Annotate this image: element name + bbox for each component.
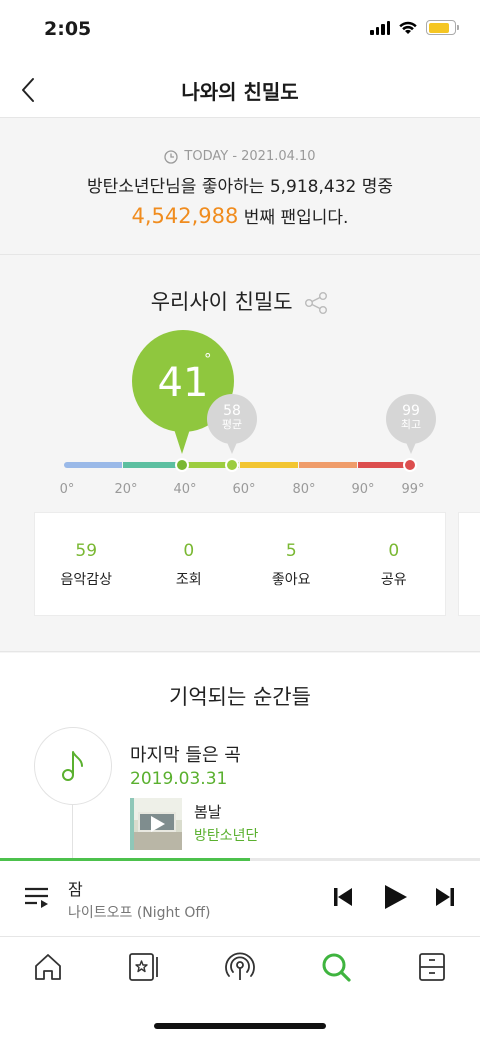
podcast-icon [225,952,255,980]
current-intimacy-degree: ° [204,350,212,368]
skip-previous-icon [334,888,352,906]
average-intimacy-bubble: 58 평균 [207,394,257,454]
scale-label: 80° [292,482,316,497]
memory-date: 2019.03.31 [130,769,228,789]
tab-drawer[interactable] [414,949,450,985]
status-bar: 2:05 [0,0,480,62]
scale-label: 20° [114,482,138,497]
intimacy-gauge: 41 ° 58 평균 99 최고 0° 20° 40° 60° 80° 90° … [0,330,480,510]
cellular-signal-icon [370,20,390,35]
play-button[interactable] [380,882,410,912]
gauge-segment-4 [240,462,298,468]
skip-next-icon [436,888,454,906]
playlist-button[interactable] [22,882,52,912]
drawer-icon [419,953,445,981]
gauge-segment-1 [64,462,122,468]
tab-my-music[interactable] [126,949,162,985]
memory-heading: 마지막 들은 곡 [130,745,241,766]
stat-value: 59 [75,541,98,561]
memories-title: 기억되는 순간들 [169,685,311,709]
timeline-line [72,805,73,865]
playback-progress-fill [0,858,250,861]
scale-label: 0° [59,482,75,497]
stat-label: 공유 [380,572,407,588]
average-value: 58 [223,403,241,419]
playlist-icon [25,887,48,908]
stat-label: 음악감상 [60,572,113,588]
tab-podcast[interactable] [222,949,258,985]
search-icon [322,953,351,982]
nav-header: 나와의 친밀도 [0,62,480,118]
intimacy-section: 우리사이 친밀도 41 ° 58 평균 99 최고 0° 20° 40° 60°… [0,256,480,652]
fan-count-text: 방탄소년단님을 좋아하는 5,918,432 명중 [86,177,394,197]
home-indicator [154,1023,326,1029]
clock-icon [164,149,179,164]
battery-icon [426,20,459,35]
activity-stats-card[interactable]: 59 음악감상 0 조회 5 좋아요 0 공유 [34,512,446,616]
max-intimacy-bubble: 99 최고 [386,394,436,454]
next-stats-card-peek[interactable] [458,512,480,616]
today-row: TODAY - 2021.04.10 [0,149,480,164]
fan-rank-line: 4,542,988 번째 팬입니다. [0,203,480,228]
max-intimacy-marker [403,458,417,472]
gauge-segment-5 [299,462,357,468]
my-music-icon [129,953,158,981]
now-playing-artist: 나이트오프 (Night Off) [68,905,211,921]
average-intimacy-marker [225,458,239,472]
fan-rank-number: 4,542,988 [131,204,239,228]
today-date: TODAY - 2021.04.10 [184,149,316,164]
mini-player[interactable]: 잠 나이트오프 (Night Off) [0,858,480,936]
intimacy-title: 우리사이 친밀도 [150,290,293,314]
album-art-thumbnail[interactable] [130,798,182,850]
song-title[interactable]: 봄날 [194,801,222,822]
stat-views: 0 조회 [138,513,241,615]
previous-button[interactable] [328,882,358,912]
fan-rank-suffix: 번째 팬입니다. [238,208,349,228]
fan-info-section: TODAY - 2021.04.10 방탄소년단님을 좋아하는 5,918,43… [0,119,480,255]
now-playing-title: 잠 [68,880,83,899]
next-button[interactable] [430,882,460,912]
stat-shares: 0 공유 [343,513,446,615]
average-label: 평균 [221,418,243,431]
max-label: 최고 [400,418,422,431]
status-time: 2:05 [44,18,92,40]
status-icons [370,20,459,35]
share-icon[interactable] [303,291,329,315]
stat-value: 0 [388,541,400,561]
music-note-icon [62,751,83,781]
play-icon [151,816,165,832]
page-title: 나와의 친밀도 [181,80,299,104]
stat-label: 조회 [175,572,202,588]
stat-value: 0 [183,541,195,561]
scale-label: 99° [401,482,425,497]
tab-home[interactable] [30,949,66,985]
song-artist[interactable]: 방탄소년단 [194,825,258,845]
scale-label: 40° [173,482,197,497]
playback-progress-bar[interactable] [0,858,480,861]
scale-label: 60° [232,482,256,497]
scale-label: 90° [351,482,375,497]
tab-search[interactable] [318,949,354,985]
gauge-segment-2 [123,462,181,468]
wifi-icon [399,21,417,34]
stat-likes: 5 좋아요 [240,513,343,615]
stat-label: 좋아요 [271,572,311,588]
tab-bar [0,936,480,1039]
home-icon [35,954,61,980]
stat-listening: 59 음악감상 [35,513,138,615]
memory-icon-circle [34,727,112,805]
memories-section: 기억되는 순간들 마지막 들은 곡 2019.03.31 봄날 방탄소년단 [0,653,480,865]
current-intimacy-marker [175,458,189,472]
play-icon [385,885,407,909]
stat-value: 5 [285,541,297,561]
intimacy-title-row: 우리사이 친밀도 [0,286,480,316]
max-value: 99 [402,403,420,419]
